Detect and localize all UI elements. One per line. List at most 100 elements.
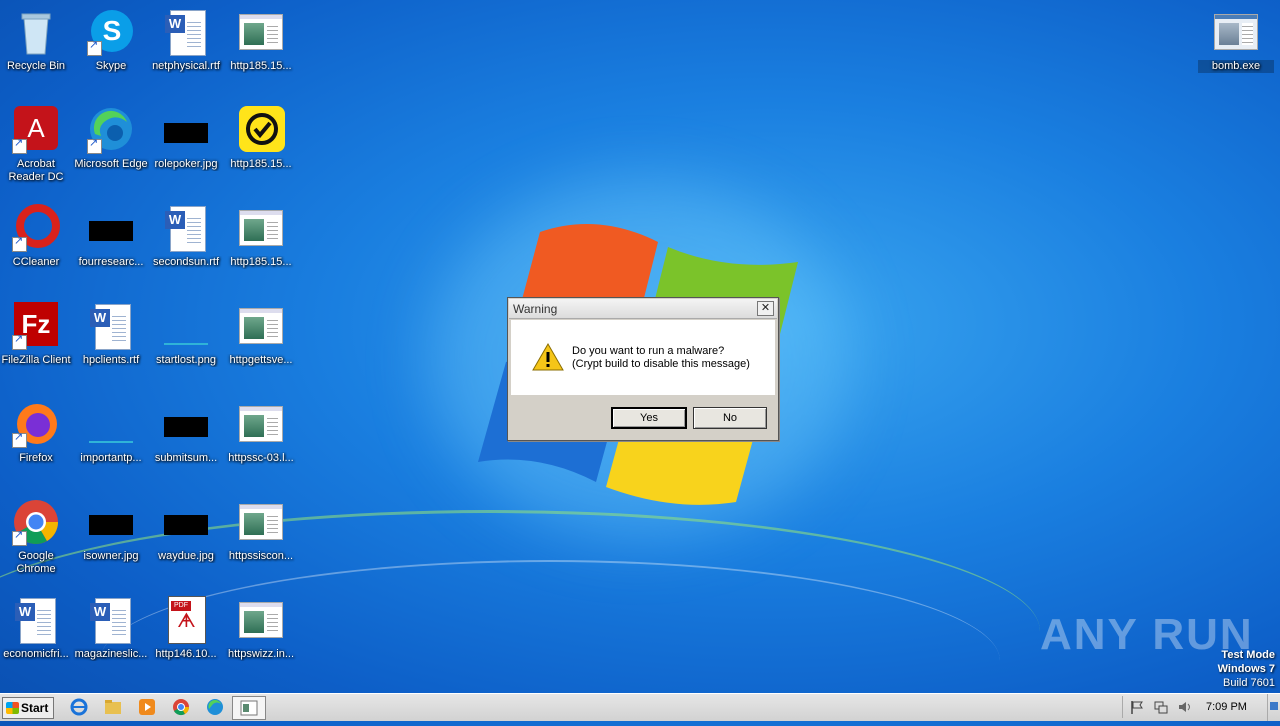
webpage-file-icon [237,302,285,350]
shortcut-arrow-icon [12,529,27,546]
icon-label: Recycle Bin [6,60,66,72]
icon-label: httpssc-03.l... [228,452,294,464]
network-icon[interactable] [1153,699,1169,720]
yes-button[interactable]: Yes [611,407,687,429]
show-desktop-button[interactable] [1267,694,1280,721]
desktop: Recycle Bin A Acrobat Reader DC CCleaner… [0,0,1280,693]
desktop-icon-recycle-bin[interactable]: Recycle Bin [0,8,74,73]
desktop-icon-skype[interactable]: S Skype [73,8,149,73]
icon-label: magazineslic... [74,648,148,660]
webpage-file-icon [237,596,285,644]
dialog-message: Do you want to run a malware? (Crypt bui… [572,345,750,371]
firefox-icon [12,400,60,448]
warning-icon [532,343,564,371]
dialog-title: Warning [513,302,558,316]
desktop-icon-magazineslic[interactable]: W magazineslic... [73,596,149,661]
desktop-icon-waydue[interactable]: waydue.jpg [148,498,224,563]
desktop-icon-hpclients[interactable]: W hpclients.rtf [73,302,149,367]
ccleaner-icon [12,204,60,252]
build-label: Build 7601 [1223,677,1275,689]
icon-label: http146.10... [155,648,217,660]
internet-explorer-icon[interactable] [70,698,88,716]
desktop-icon-filezilla[interactable]: Fz FileZilla Client [0,302,74,367]
start-button[interactable]: Start [2,697,54,719]
windows-flag-icon [6,702,19,714]
dialog-titlebar[interactable]: Warning ✕ [509,299,777,319]
icon-label: Skype [95,60,127,72]
desktop-icon-firefox[interactable]: Firefox [0,400,74,465]
desktop-icon-edge[interactable]: Microsoft Edge [73,106,149,171]
media-player-icon[interactable] [138,698,156,716]
warning-dialog: Warning ✕ Do you want to run a malware? … [507,297,779,441]
word-document-icon: W [12,596,60,644]
desktop-icon-netphysical[interactable]: W netphysical.rtf [148,8,224,73]
start-label: Start [21,701,49,715]
action-center-flag-icon[interactable] [1129,699,1145,720]
message-line: Do you want to run a malware? [572,345,725,357]
desktop-icon-submitsum[interactable]: submitsum... [148,400,224,465]
icon-label: hpclients.rtf [82,354,140,366]
desktop-icon-http185-3[interactable]: http185.15... [223,204,299,269]
icon-label: http185.15... [230,60,292,72]
word-document-icon: W [87,302,135,350]
icon-label: rolepoker.jpg [154,158,218,170]
image-file-icon [87,400,135,448]
desktop-icon-rolepoker[interactable]: rolepoker.jpg [148,106,224,171]
clock-time[interactable]: 7:09 PM [1206,701,1247,713]
desktop-icon-httpssiscon[interactable]: httpssiscon... [223,498,299,563]
close-button[interactable]: ✕ [757,301,774,316]
shortcut-arrow-icon [12,235,27,252]
skype-icon: S [87,8,135,56]
word-document-icon: W [87,596,135,644]
icon-label: Firefox [19,452,53,464]
edge-icon [87,106,135,154]
desktop-icon-importantp[interactable]: importantp... [73,400,149,465]
icon-label: httpgettsve... [229,354,293,366]
volume-icon[interactable] [1177,699,1193,720]
icon-label: startlost.png [156,354,216,366]
icon-label: http185.15... [230,158,292,170]
desktop-icon-ccleaner[interactable]: CCleaner [0,204,74,269]
dialog-body: Do you want to run a malware? (Crypt bui… [511,320,775,395]
message-line: (Crypt build to disable this message) [572,358,750,370]
shortcut-arrow-icon [87,39,102,56]
desktop-icon-http185-2[interactable]: http185.15... [223,106,299,171]
desktop-icon-http146[interactable]: PDF ᗗ http146.10... [148,596,224,661]
desktop-icon-fourresearc[interactable]: fourresearc... [73,204,149,269]
desktop-icon-httpgettsve[interactable]: httpgettsve... [223,302,299,367]
desktop-icon-economicfri[interactable]: W economicfri... [0,596,74,661]
file-explorer-icon[interactable] [104,698,122,716]
desktop-icon-isowner[interactable]: isowner.jpg [73,498,149,563]
edge-taskbar-icon[interactable] [206,698,224,716]
image-file-icon [162,302,210,350]
desktop-icon-httpssc[interactable]: httpssc-03.l... [223,400,299,465]
desktop-icon-http185-1[interactable]: http185.15... [223,8,299,73]
test-mode-notice: Test Mode Windows 7 Build 7601 [1218,648,1275,690]
executable-file-icon [1212,8,1260,56]
filezilla-icon: Fz [12,302,60,350]
desktop-icon-acrobat[interactable]: A Acrobat Reader DC [0,106,74,184]
icon-label: Microsoft Edge [74,158,148,170]
desktop-icon-secondsun[interactable]: W secondsun.rtf [148,204,224,269]
desktop-icon-bomb-exe[interactable]: bomb.exe [1198,8,1274,73]
icon-label: CCleaner [12,256,60,268]
checkmark-app-icon [237,106,285,154]
icon-label: submitsum... [154,452,218,464]
desktop-icon-chrome[interactable]: Google Chrome [0,498,74,576]
desktop-icon-startlost[interactable]: startlost.png [148,302,224,367]
taskbar: Start 7:09 PM [0,693,1280,721]
word-document-icon: W [162,204,210,252]
desktop-icon-httpswizz[interactable]: httpswizz.in... [223,596,299,661]
webpage-file-icon [237,400,285,448]
os-label: Windows 7 [1217,663,1275,675]
chrome-icon [12,498,60,546]
icon-label: FileZilla Client [1,354,71,366]
active-window-button[interactable] [232,696,266,720]
shortcut-arrow-icon [12,333,27,350]
chrome-taskbar-icon[interactable] [172,698,190,716]
pdf-file-icon: PDF ᗗ [162,596,210,644]
no-button[interactable]: No [693,407,767,429]
image-file-icon [87,204,135,252]
icon-label: importantp... [80,452,142,464]
word-document-icon: W [162,8,210,56]
